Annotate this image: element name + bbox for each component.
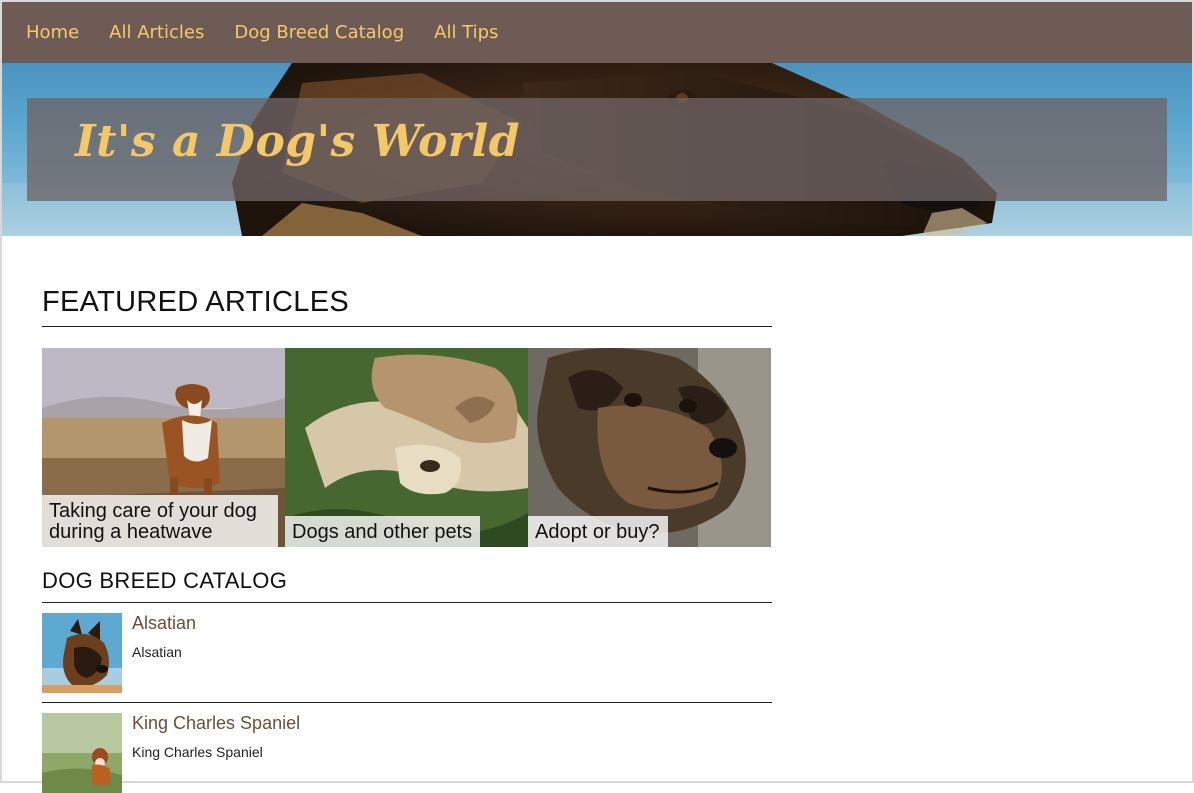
alsatian-image [42, 613, 122, 693]
featured-articles-grid: Taking care of your dog during a heatwav… [42, 348, 771, 547]
breed-description-king-charles-spaniel: King Charles Spaniel [132, 744, 263, 760]
nav-dog-breed-catalog-link[interactable]: Dog Breed Catalog [234, 22, 404, 43]
article-card-heatwave[interactable]: Taking care of your dog during a heatwav… [42, 348, 285, 547]
featured-articles-heading: FEATURED ARTICLES [42, 286, 349, 318]
hero-banner: It's a Dog's World [2, 63, 1192, 236]
article-title-heatwave: Taking care of your dog during a heatwav… [49, 500, 257, 543]
catalog-divider [42, 602, 772, 603]
article-caption-other-pets: Dogs and other pets [285, 516, 481, 547]
site-title: It's a Dog's World [75, 116, 520, 167]
nav-all-tips-link[interactable]: All Tips [434, 22, 498, 43]
breed-link-king-charles-spaniel[interactable]: King Charles Spaniel [132, 713, 300, 734]
dog-breed-catalog-heading: DOG BREED CATALOG [42, 568, 288, 593]
breed-thumbnail-alsatian[interactable] [42, 613, 122, 693]
king-charles-spaniel-image [42, 713, 122, 793]
article-card-other-pets[interactable]: Dogs and other pets [285, 348, 528, 547]
article-caption-heatwave: Taking care of your dog during a heatwav… [42, 495, 278, 547]
article-card-adopt-or-buy[interactable]: Adopt or buy? [528, 348, 771, 547]
breed-description-alsatian: Alsatian [132, 644, 182, 660]
breed-item-king-charles-spaniel: King Charles Spaniel King Charles Spanie… [42, 713, 772, 793]
breed-link-alsatian[interactable]: Alsatian [132, 613, 196, 634]
article-title-adopt-or-buy: Adopt or buy? [535, 521, 660, 543]
nav-all-articles-link[interactable]: All Articles [109, 22, 204, 43]
breed-divider [42, 702, 772, 703]
breed-item-alsatian: Alsatian Alsatian [42, 613, 772, 693]
top-nav: Home All Articles Dog Breed Catalog All … [2, 2, 1192, 63]
article-title-other-pets: Dogs and other pets [292, 521, 473, 543]
article-caption-adopt-or-buy: Adopt or buy? [528, 516, 668, 547]
breed-thumbnail-king-charles-spaniel[interactable] [42, 713, 122, 793]
featured-divider [42, 326, 772, 327]
hero-title-box: It's a Dog's World [27, 98, 1167, 201]
nav-home-link[interactable]: Home [26, 22, 79, 43]
